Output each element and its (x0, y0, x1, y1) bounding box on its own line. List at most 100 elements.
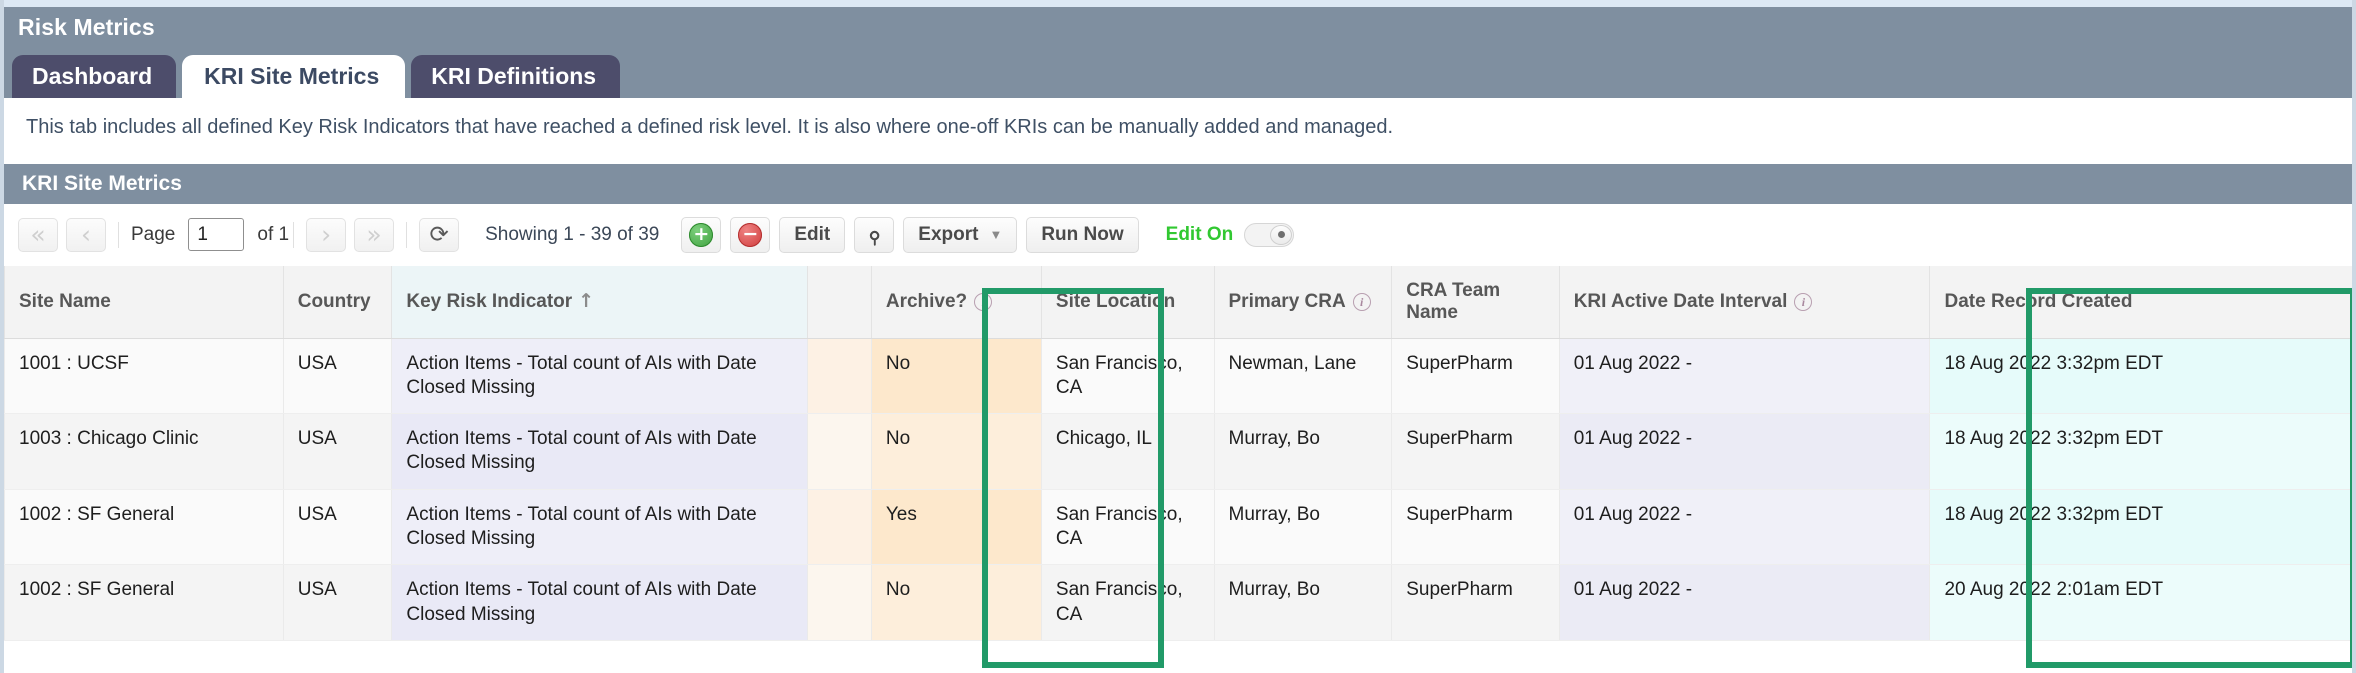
cell-country[interactable]: USA (282, 489, 392, 566)
cell-kri[interactable]: Action Items - Total count of AIs with D… (391, 413, 808, 490)
cell-kri[interactable]: Action Items - Total count of AIs with D… (391, 564, 808, 641)
section-title: KRI Site Metrics (22, 172, 182, 195)
cell-location[interactable]: San Francisco, CA (1040, 338, 1214, 415)
tab-description: This tab includes all defined Key Risk I… (26, 116, 1394, 138)
info-icon[interactable]: i (974, 293, 993, 312)
column-header-cra[interactable]: Primary CRA i (1213, 266, 1392, 339)
last-page-button[interactable]: » (354, 217, 395, 252)
sort-ascending-icon[interactable]: ↑ (578, 290, 594, 312)
column-header-narrow[interactable] (806, 266, 872, 339)
minus-circle-icon: − (738, 222, 763, 247)
cell-team[interactable]: SuperPharm (1391, 338, 1560, 415)
column-header-site_name[interactable]: Site Name (4, 266, 284, 339)
export-button[interactable]: Export ▼ (903, 216, 1018, 253)
search-button[interactable]: ⌕ (854, 216, 895, 253)
kri-site-metrics-table: Site Name Country Key Risk Indicator ↑ Archi… (4, 266, 2352, 641)
table-row[interactable]: 1003 : Chicago Clinic USA Action Items - T… (4, 413, 2352, 490)
grid-toolbar: « ‹ Page of 1 › » ⟳ Showing 1 - 39 of 39… (4, 204, 2352, 266)
run-now-button[interactable]: Run Now (1026, 216, 1139, 253)
page-total-label: of 1 (257, 223, 290, 245)
plus-circle-icon: + (689, 222, 714, 247)
cell-location[interactable]: San Francisco, CA (1040, 564, 1214, 641)
edit-button[interactable]: Edit (779, 216, 846, 253)
column-header-label: Archive? (885, 290, 968, 312)
cell-created[interactable]: 20 Aug 2022 2:01am EDT (1929, 564, 2352, 641)
cell-cra[interactable]: Murray, Bo (1213, 489, 1392, 566)
toolbar-divider (118, 221, 119, 248)
page-label: Page (131, 223, 176, 245)
edit-on-label: Edit On (1165, 223, 1234, 245)
refresh-icon[interactable]: ⟳ (419, 217, 460, 252)
remove-record-button[interactable]: − (730, 216, 771, 253)
cell-archive[interactable]: No (870, 413, 1042, 490)
tab-kri-definitions[interactable]: KRI Definitions (411, 54, 621, 98)
toolbar-divider-2 (293, 221, 295, 248)
column-header-archive[interactable]: Archive? i (870, 266, 1042, 339)
cell-site_name[interactable]: 1001 : UCSF (4, 338, 284, 415)
column-header-label: KRI Active Date Interval (1573, 290, 1788, 312)
cell-archive[interactable]: No (870, 338, 1042, 415)
first-page-button[interactable]: « (18, 217, 58, 252)
cell-location[interactable]: Chicago, IL (1040, 413, 1214, 490)
page-number-input[interactable] (188, 218, 245, 251)
column-header-label: Site Name (19, 290, 111, 312)
next-page-button[interactable]: › (306, 217, 347, 252)
cell-narrow[interactable] (806, 338, 872, 415)
cell-interval[interactable]: 01 Aug 2022 - (1558, 489, 1930, 566)
cell-interval[interactable]: 01 Aug 2022 - (1558, 413, 1930, 490)
table-row[interactable]: 1001 : UCSF USA Action Items - Total count… (4, 338, 2352, 415)
edit-mode-toggle[interactable] (1244, 222, 1295, 247)
cell-country[interactable]: USA (282, 338, 392, 415)
column-header-interval[interactable]: KRI Active Date Interval i (1558, 266, 1930, 339)
column-header-kri[interactable]: Key Risk Indicator ↑ (391, 266, 808, 339)
section-header: KRI Site Metrics (4, 164, 2352, 204)
table-row[interactable]: 1002 : SF General USA Action Items - Total… (4, 564, 2352, 641)
table-row[interactable]: 1002 : SF General USA Action Items - Total… (4, 489, 2352, 566)
previous-page-button[interactable]: ‹ (66, 217, 106, 252)
table-body: 1001 : UCSF USA Action Items - Total count… (4, 338, 2352, 641)
cell-cra[interactable]: Murray, Bo (1213, 413, 1392, 490)
cell-interval[interactable]: 01 Aug 2022 - (1558, 338, 1930, 415)
column-header-location[interactable]: Site Location (1040, 266, 1214, 339)
info-icon[interactable]: i (1352, 293, 1371, 312)
cell-cra[interactable]: Murray, Bo (1213, 564, 1392, 641)
cell-team[interactable]: SuperPharm (1391, 564, 1560, 641)
cell-created[interactable]: 18 Aug 2022 3:32pm EDT (1929, 489, 2352, 566)
cell-location[interactable]: San Francisco, CA (1040, 489, 1214, 566)
cell-site_name[interactable]: 1002 : SF General (4, 564, 284, 641)
column-header-label: Date Record Created (1944, 290, 2133, 312)
cell-interval[interactable]: 01 Aug 2022 - (1558, 564, 1930, 641)
table-head: Site Name Country Key Risk Indicator ↑ Archi… (4, 266, 2352, 339)
tab-bar: Dashboard KRI Site Metrics KRI Definitio… (12, 54, 621, 98)
cell-narrow[interactable] (806, 489, 872, 566)
cell-narrow[interactable] (806, 413, 872, 490)
cell-team[interactable]: SuperPharm (1391, 489, 1560, 566)
cell-country[interactable]: USA (282, 564, 392, 641)
cell-archive[interactable]: No (870, 564, 1042, 641)
cell-archive[interactable]: Yes (870, 489, 1042, 566)
cell-created[interactable]: 18 Aug 2022 3:32pm EDT (1929, 413, 2352, 490)
tab-kri-site-metrics[interactable]: KRI Site Metrics (182, 54, 406, 98)
add-record-button[interactable]: + (681, 216, 722, 253)
cell-country[interactable]: USA (282, 413, 392, 490)
cell-kri[interactable]: Action Items - Total count of AIs with D… (391, 338, 808, 415)
cell-narrow[interactable] (806, 564, 872, 641)
column-header-team[interactable]: CRA Team Name (1391, 266, 1560, 339)
cell-site_name[interactable]: 1002 : SF General (4, 489, 284, 566)
risk-metrics-page: Risk Metrics Dashboard KRI Site Metrics … (0, 0, 2356, 673)
showing-count-label: Showing 1 - 39 of 39 (485, 223, 660, 245)
toggle-knob (1270, 224, 1293, 245)
column-header-label: Primary CRA (1228, 290, 1346, 312)
cell-site_name[interactable]: 1003 : Chicago Clinic (4, 413, 284, 490)
search-icon: ⌕ (858, 218, 890, 250)
cell-team[interactable]: SuperPharm (1391, 413, 1560, 490)
column-header-created[interactable]: Date Record Created (1929, 266, 2352, 339)
column-header-label: CRA Team Name (1406, 279, 1501, 323)
column-header-label: Key Risk Indicator (406, 291, 573, 313)
cell-cra[interactable]: Newman, Lane (1213, 338, 1392, 415)
cell-kri[interactable]: Action Items - Total count of AIs with D… (391, 489, 808, 566)
tab-dashboard[interactable]: Dashboard (12, 54, 177, 98)
cell-created[interactable]: 18 Aug 2022 3:32pm EDT (1929, 338, 2352, 415)
info-icon[interactable]: i (1794, 293, 1813, 312)
column-header-country[interactable]: Country (282, 266, 392, 339)
